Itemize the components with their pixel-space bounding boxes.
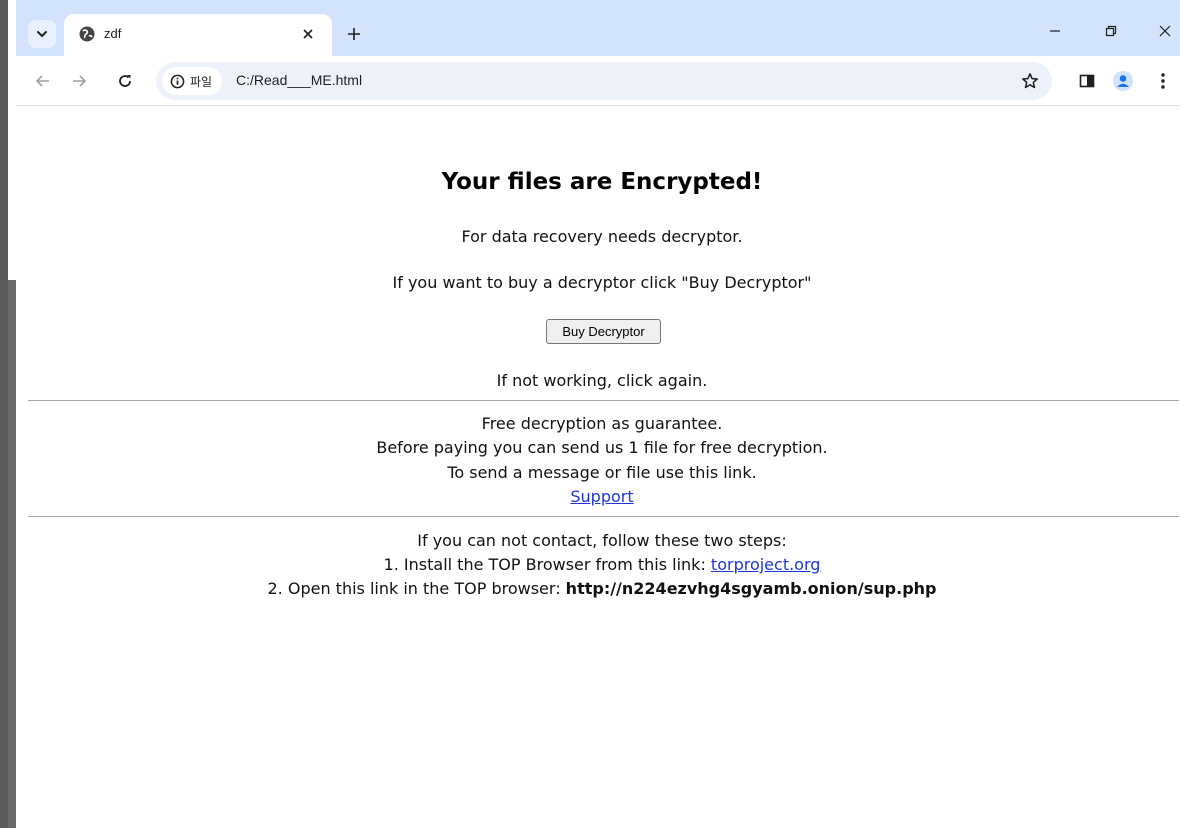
reload-button[interactable]: [110, 66, 140, 96]
browser-window: zdf 파일 C:/Read___ME.html Your files are …: [0, 0, 1180, 828]
site-info-label: 파일: [190, 74, 213, 89]
guarantee-text: Free decryption as guarantee.: [481, 414, 723, 433]
close-window-button[interactable]: [1142, 14, 1180, 48]
tab-title: zdf: [104, 26, 122, 41]
support-link[interactable]: Support: [570, 487, 633, 506]
close-icon: [1159, 25, 1171, 37]
buy-decryptor-button[interactable]: Buy Decryptor: [546, 319, 661, 344]
close-icon: [303, 29, 313, 39]
reload-icon: [119, 75, 131, 87]
profile-icon: [1113, 71, 1133, 91]
tab-close-button[interactable]: [298, 24, 318, 44]
recovery-text: For data recovery needs decryptor.: [461, 227, 743, 246]
step-2: 2. Open this link in the TOP browser: ht…: [16, 578, 1180, 600]
tab-search-button[interactable]: [28, 20, 56, 48]
contact-steps-intro: If you can not contact, follow these two…: [417, 531, 787, 550]
menu-button[interactable]: [1150, 68, 1176, 94]
torproject-link[interactable]: torproject.org: [711, 555, 821, 574]
address-bar[interactable]: 파일 C:/Read___ME.html: [156, 62, 1052, 100]
divider: [28, 516, 1179, 517]
minimize-button[interactable]: [1032, 14, 1078, 48]
chevron-down-icon: [37, 31, 47, 38]
side-panel-icon: [1079, 74, 1095, 88]
step-1: 1. Install the TOP Browser from this lin…: [16, 554, 1180, 576]
page-title: Your files are Encrypted!: [441, 169, 763, 195]
tab-strip: zdf: [16, 0, 1180, 56]
divider: [28, 400, 1179, 401]
back-arrow-icon: [35, 75, 49, 87]
back-button[interactable]: [28, 66, 58, 96]
support-line: Support: [16, 486, 1180, 508]
plus-icon: [348, 28, 360, 40]
new-tab-button[interactable]: [340, 20, 368, 48]
tab-active[interactable]: zdf: [64, 14, 332, 56]
send-message-text: To send a message or file use this link.: [447, 463, 757, 482]
minimize-icon: [1050, 30, 1060, 32]
star-icon: [1022, 73, 1038, 89]
profile-button[interactable]: [1110, 68, 1136, 94]
side-panel-button[interactable]: [1074, 68, 1100, 94]
step-1-text: 1. Install the TOP Browser from this lin…: [383, 555, 711, 574]
info-icon: [170, 74, 185, 88]
window-edge: [8, 280, 16, 828]
site-info-chip[interactable]: 파일: [162, 67, 223, 95]
step-2-text: 2. Open this link in the TOP browser:: [267, 579, 566, 598]
kebab-menu-icon: [1161, 73, 1165, 89]
onion-url: http://n224ezvhg4sgyamb.onion/sup.php: [565, 579, 937, 598]
free-decryption-text: Before paying you can send us 1 file for…: [376, 438, 828, 457]
globe-icon: [79, 26, 95, 42]
url-text[interactable]: C:/Read___ME.html: [236, 72, 362, 88]
forward-arrow-icon: [73, 75, 87, 87]
buy-instructions-text: If you want to buy a decryptor click "Bu…: [392, 273, 812, 292]
restore-button[interactable]: [1088, 14, 1134, 48]
bookmark-button[interactable]: [1018, 69, 1042, 93]
retry-text: If not working, click again.: [496, 371, 708, 390]
restore-icon: [1105, 25, 1117, 37]
toolbar: 파일 C:/Read___ME.html: [16, 56, 1180, 106]
forward-button[interactable]: [64, 66, 94, 96]
page-content: Your files are Encrypted! For data recov…: [16, 107, 1180, 828]
